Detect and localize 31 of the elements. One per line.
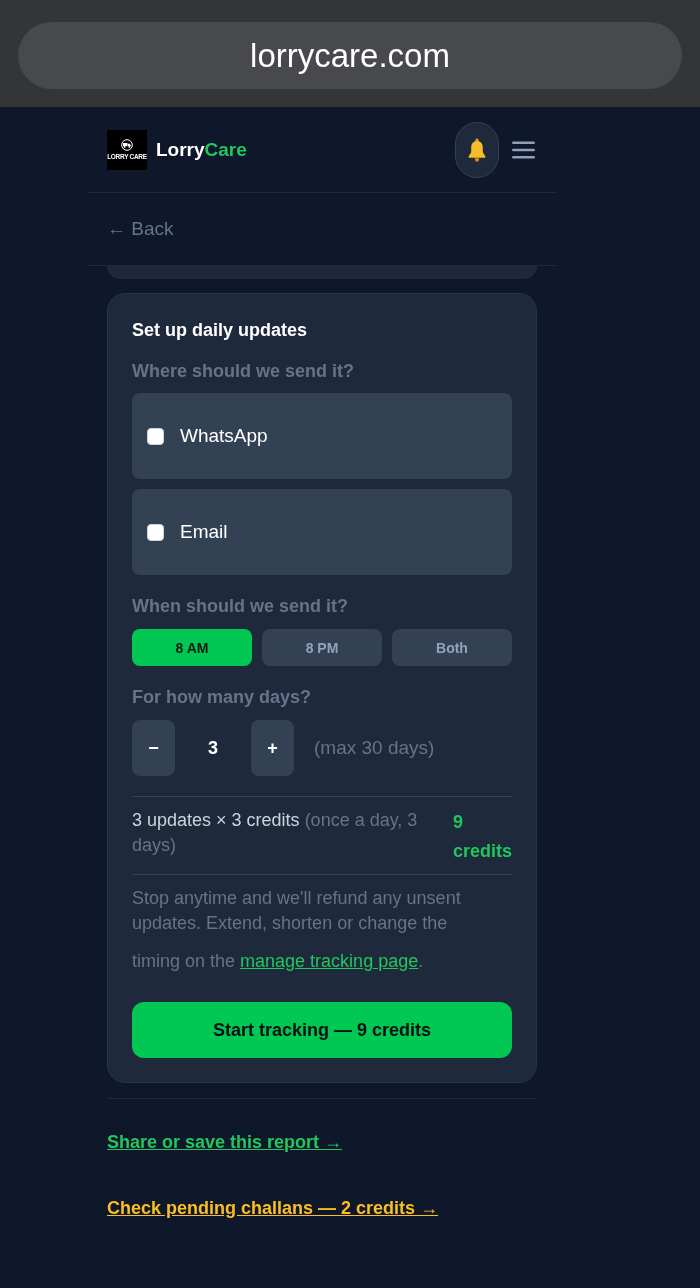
question-label: For how many days? [132,686,313,708]
option-label: Email [180,521,228,543]
day-count: 3 [207,737,219,759]
truck-icon [120,138,134,151]
manage-tracking-link[interactable]: manage tracking page [240,936,419,974]
refund-note: Stop anytime and we'll refund any unsent updates. Extend, shorten or change the timing on the manage tracking page. [132,886,490,974]
decrement-button[interactable]: − [132,720,175,776]
cost-total: 9 credits [452,811,512,863]
time-option[interactable]: 8 PM [262,629,382,666]
time-option[interactable]: 8 AM [132,629,252,666]
share-report-link[interactable]: Share or save this report → [107,1131,343,1153]
address-bar[interactable]: lorrycare.com [18,22,682,89]
cost-breakdown: 3 updates × 3 credits (once a day, 3 days) [132,809,419,857]
question-label: Where should we send it? [132,360,356,382]
notifications-button[interactable] [455,121,499,178]
time-option[interactable]: Both [392,629,512,666]
bell-icon [466,137,488,162]
increment-button[interactable]: + [251,720,294,776]
brand-name[interactable]: LorryCare [156,138,247,161]
card-title: Set up daily updates [132,319,309,341]
channel-option[interactable]: Email [132,489,512,575]
question-label: When should we send it? [132,595,349,617]
max-days-hint: (max 30 days) [314,737,435,759]
start-tracking-button[interactable]: Start tracking — 9 credits [132,1002,512,1058]
option-label: WhatsApp [180,425,268,447]
checkbox[interactable] [147,427,164,445]
check-challans-link[interactable]: Check pending challans — 2 credits → [107,1197,439,1219]
channel-option[interactable]: WhatsApp [132,393,512,479]
back-link[interactable]: ← Back [107,218,174,240]
checkbox[interactable] [147,523,164,541]
menu-icon[interactable] [512,140,535,159]
